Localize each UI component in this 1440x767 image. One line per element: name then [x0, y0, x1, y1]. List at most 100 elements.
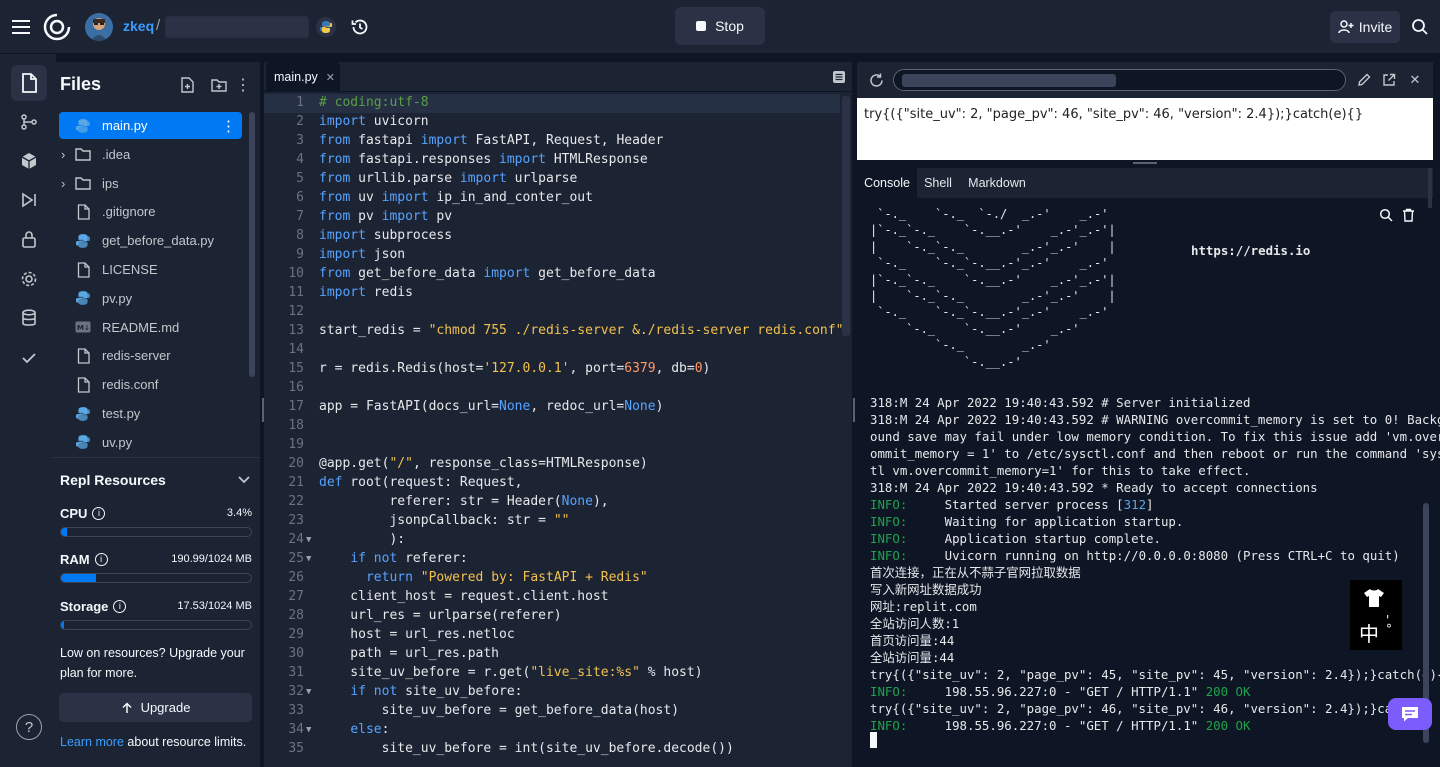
file-tree-item[interactable]: › ips [59, 170, 242, 197]
git-tool-button[interactable] [11, 104, 47, 140]
packages-tool-button[interactable] [11, 143, 47, 179]
code-line[interactable]: import redis [319, 285, 413, 300]
help-button[interactable]: ? [16, 714, 42, 740]
code-line[interactable]: else: [319, 722, 389, 737]
file-tree-item[interactable]: test.py [59, 400, 242, 427]
repl-name-redacted[interactable] [165, 16, 309, 38]
invite-button[interactable]: Invite [1330, 11, 1400, 43]
trash-icon[interactable] [1398, 205, 1418, 225]
fold-arrow-icon[interactable]: ▼ [306, 554, 311, 564]
code-line[interactable]: r = redis.Redis(host='127.0.0.1', port=6… [319, 361, 710, 376]
file-tree-item[interactable]: LICENSE [59, 256, 242, 283]
code-line[interactable]: from fastapi import FastAPI, Request, He… [319, 133, 663, 148]
tab-console[interactable]: Console [857, 168, 917, 198]
code-line[interactable]: url_res = urlparse(referer) [319, 608, 561, 623]
close-icon[interactable]: ✕ [1405, 70, 1425, 90]
files-tool-button[interactable] [11, 65, 47, 101]
fold-arrow-icon[interactable]: ▼ [306, 535, 311, 545]
files-more-icon[interactable]: ⋮ [234, 76, 252, 94]
file-tree-item[interactable]: uv.py [59, 429, 242, 456]
info-icon[interactable]: i [113, 599, 127, 613]
info-icon[interactable]: i [92, 506, 106, 520]
history-icon[interactable] [348, 15, 372, 39]
settings-tool-button[interactable] [11, 261, 47, 297]
ime-indicator[interactable]: 中 ' ° [1350, 580, 1402, 650]
code-line[interactable]: app = FastAPI(docs_url=None, redoc_url=N… [319, 399, 663, 414]
resources-header[interactable]: Repl Resources [60, 470, 250, 490]
replit-logo-icon[interactable] [42, 12, 72, 42]
code-area[interactable]: 1 # coding:utf-8 2 import uvicorn 3 from fast… [264, 92, 852, 767]
code-line[interactable]: import subprocess [319, 228, 452, 243]
learn-more-link[interactable]: Learn more [60, 735, 124, 749]
chevron-right-icon[interactable]: › [61, 176, 65, 191]
search-icon[interactable] [1408, 15, 1432, 39]
file-tree-item[interactable]: get_before_data.py [59, 227, 242, 254]
code-line[interactable]: host = url_res.netloc [319, 627, 514, 642]
code-line[interactable]: @app.get("/", response_class=HTMLRespons… [319, 456, 648, 471]
code-line[interactable]: if not site_uv_before: [319, 684, 522, 699]
code-line[interactable]: start_redis = "chmod 755 ./redis-server … [319, 323, 843, 338]
search-icon[interactable] [1376, 205, 1396, 225]
code-line[interactable]: import json [319, 247, 405, 262]
new-file-icon[interactable] [178, 76, 196, 94]
code-line[interactable]: from get_before_data import get_before_d… [319, 266, 656, 281]
code-line[interactable]: return "Powered by: FastAPI + Redis" [319, 570, 648, 585]
close-icon[interactable]: ✕ [326, 71, 335, 84]
code-line[interactable]: from pv import pv [319, 209, 452, 224]
code-line[interactable]: from urllib.parse import urlparse [319, 171, 577, 186]
file-tree-item[interactable]: M↓ README.md [59, 314, 242, 341]
file-tree-item[interactable]: redis.conf [59, 371, 242, 398]
editor-scrollbar[interactable] [842, 96, 850, 336]
file-tree-item[interactable]: redis-server [59, 342, 242, 369]
code-line[interactable]: site_uv_before = int(site_uv_before.deco… [319, 741, 734, 756]
column-resize-handle[interactable] [262, 398, 264, 422]
tab-main-py[interactable]: main.py ✕ [266, 62, 340, 92]
column-resize-handle[interactable] [853, 398, 855, 422]
code-line[interactable]: from uv import ip_in_and_conter_out [319, 190, 593, 205]
upgrade-button[interactable]: Upgrade [59, 693, 252, 722]
code-line[interactable]: from fastapi.responses import HTMLRespon… [319, 152, 648, 167]
code-line[interactable]: path = url_res.path [319, 646, 499, 661]
debugger-tool-button[interactable] [11, 182, 47, 218]
username-link[interactable]: zkeq [123, 18, 154, 34]
stop-button[interactable]: Stop [675, 7, 765, 45]
database-tool-button[interactable] [11, 300, 47, 336]
tests-tool-button[interactable] [11, 340, 47, 376]
file-tree-item[interactable]: pv.py [59, 285, 242, 312]
open-new-tab-icon[interactable] [1379, 70, 1399, 90]
chat-button[interactable] [1388, 698, 1432, 730]
info-icon[interactable]: i [94, 552, 108, 566]
webview-body[interactable]: try{({"site_uv": 2, "page_pv": 46, "site… [857, 98, 1433, 160]
code-line[interactable]: referer: str = Header(None), [319, 494, 608, 509]
terminal-output[interactable]: `-._ `-._ `-./ _.-' _.-' |`-._`-._ `-.__.… [857, 198, 1440, 767]
code-line[interactable]: import uvicorn [319, 114, 429, 129]
new-folder-icon[interactable] [210, 76, 228, 94]
code-line[interactable]: if not referer: [319, 551, 467, 566]
file-tree-item[interactable]: .gitignore [59, 198, 242, 225]
refresh-icon[interactable] [865, 69, 887, 91]
fold-arrow-icon[interactable]: ▼ [306, 687, 311, 697]
log-line: INFO: 198.55.96.227:0 - "GET / HTTP/1.1"… [870, 684, 1251, 699]
tab-markdown[interactable]: Markdown [959, 168, 1035, 198]
code-line[interactable]: site_uv_before = get_before_data(host) [319, 703, 679, 718]
pane-resize-handle[interactable] [1133, 162, 1157, 164]
code-line[interactable]: jsonpCallback: str = "" [319, 513, 569, 528]
avatar[interactable] [85, 13, 113, 41]
code-line[interactable]: def root(request: Request, [319, 475, 523, 490]
chevron-right-icon[interactable]: › [61, 147, 65, 162]
file-tree-item[interactable]: main.py ⋮ [59, 112, 242, 139]
file-tree-item[interactable]: › .idea [59, 141, 242, 168]
file-more-icon[interactable]: ⋮ [221, 117, 236, 135]
code-line[interactable]: site_uv_before = r.get("live_site:%s" % … [319, 665, 702, 680]
menu-icon[interactable] [10, 15, 34, 39]
editor-menu-icon[interactable] [830, 68, 848, 86]
code-line[interactable]: # coding:utf-8 [319, 95, 429, 110]
code-line[interactable]: client_host = request.client.host [319, 589, 608, 604]
secrets-tool-button[interactable] [11, 221, 47, 257]
file-tree-scrollbar[interactable] [249, 112, 255, 377]
code-line[interactable]: ): [319, 532, 405, 547]
url-bar[interactable] [893, 69, 1346, 91]
tab-shell[interactable]: Shell [917, 168, 959, 198]
fold-arrow-icon[interactable]: ▼ [306, 725, 311, 735]
edit-icon[interactable] [1354, 70, 1374, 90]
